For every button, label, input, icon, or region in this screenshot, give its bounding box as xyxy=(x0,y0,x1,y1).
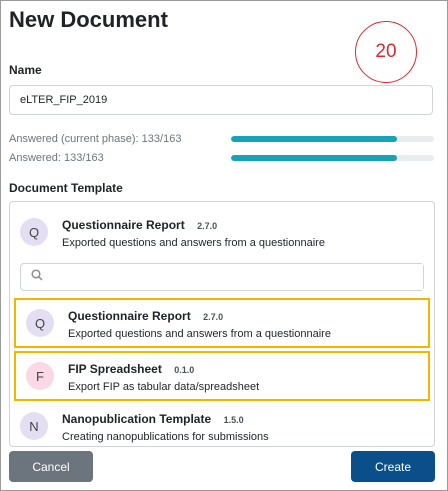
template-description: Creating nanopublications for submission… xyxy=(62,430,269,443)
template-info: Nanopublication Template 1.5.0 Creating … xyxy=(62,410,269,443)
dialog-title: New Document xyxy=(9,7,168,32)
template-version: 2.7.0 xyxy=(197,220,218,231)
template-avatar: N xyxy=(20,412,48,440)
step-number-badge: 20 xyxy=(355,21,417,83)
template-version: 0.1.0 xyxy=(174,364,195,375)
progress-total-fill xyxy=(231,155,397,161)
progress-current-phase-fill xyxy=(231,136,397,142)
name-input[interactable] xyxy=(9,85,433,115)
cancel-button[interactable]: Cancel xyxy=(9,451,93,482)
template-title: Nanopublication Template xyxy=(62,411,212,426)
template-option-questionnaire-report[interactable]: Q Questionnaire Report 2.7.0 Exported qu… xyxy=(14,298,430,348)
template-title: Questionnaire Report xyxy=(62,217,185,232)
template-avatar: F xyxy=(26,362,54,390)
template-avatar: Q xyxy=(26,309,54,337)
template-description: Export FIP as tabular data/spreadsheet xyxy=(68,380,260,393)
create-button[interactable]: Create xyxy=(351,451,435,482)
search-icon xyxy=(31,268,43,286)
template-avatar: Q xyxy=(20,218,48,246)
name-label: Name xyxy=(9,63,42,77)
selected-template[interactable]: Q Questionnaire Report 2.7.0 Exported qu… xyxy=(10,206,434,258)
document-template-dropdown[interactable]: Q Questionnaire Report 2.7.0 Exported qu… xyxy=(9,201,435,447)
template-info: Questionnaire Report 2.7.0 Exported ques… xyxy=(62,216,325,249)
template-title: FIP Spreadsheet xyxy=(68,361,162,376)
progress-current-phase: Answered (current phase): 133/163 xyxy=(9,131,435,147)
template-title: Questionnaire Report xyxy=(68,308,191,323)
template-description: Exported questions and answers from a qu… xyxy=(62,236,325,249)
progress-total-bar xyxy=(231,155,434,161)
template-info: FIP Spreadsheet 0.1.0 Export FIP as tabu… xyxy=(68,360,259,393)
template-version: 1.5.0 xyxy=(223,414,244,425)
template-search[interactable] xyxy=(20,263,424,291)
template-description: Exported questions and answers from a qu… xyxy=(68,327,331,340)
template-version: 2.7.0 xyxy=(203,311,224,322)
progress-current-phase-bar xyxy=(231,136,434,142)
progress-current-phase-label: Answered (current phase): 133/163 xyxy=(9,133,182,145)
new-document-dialog: New Document 20 Name Answered (current p… xyxy=(0,0,448,491)
document-template-label: Document Template xyxy=(9,181,123,195)
progress-total: Answered: 133/163 xyxy=(9,150,435,166)
template-search-input[interactable] xyxy=(49,264,423,290)
template-option-nanopublication-template[interactable]: N Nanopublication Template 1.5.0 Creatin… xyxy=(10,404,434,448)
template-info: Questionnaire Report 2.7.0 Exported ques… xyxy=(68,307,331,340)
template-option-fip-spreadsheet[interactable]: F FIP Spreadsheet 0.1.0 Export FIP as ta… xyxy=(14,351,430,401)
progress-total-label: Answered: 133/163 xyxy=(9,152,104,164)
